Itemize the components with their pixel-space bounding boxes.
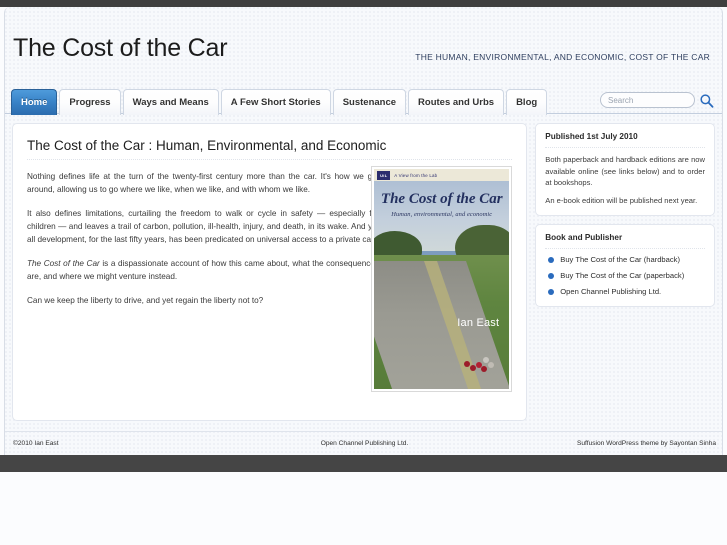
widget-published-text-1: Both paperback and hardback editions are…	[545, 155, 705, 187]
cover-series-label: A View from the Lab	[394, 172, 438, 178]
viewport: The Cost of the Car THE HUMAN, ENVIRONME…	[0, 0, 727, 545]
site-tagline: THE HUMAN, ENVIRONMENTAL, AND ECONOMIC, …	[415, 52, 710, 62]
cover-series-band: UiL A View from the Lab	[374, 169, 510, 181]
book-cover: UiL A View from the Lab The Cost of the …	[374, 169, 510, 389]
site-title[interactable]: The Cost of the Car	[13, 34, 228, 63]
bullet-icon	[548, 256, 555, 263]
browser-chrome-bottom	[0, 455, 727, 472]
search-area	[600, 92, 714, 108]
publisher-link-list: Buy The Cost of the Car (hardback) Buy T…	[545, 255, 705, 296]
widget-book-and-publisher-title: Book and Publisher	[545, 233, 705, 249]
footer-publisher: Open Channel Publishing Ltd.	[320, 440, 409, 447]
post-paragraph-2: It also defines limitations, curtailing …	[27, 209, 379, 244]
post-title: The Cost of the Car : Human, Environment…	[27, 138, 513, 160]
list-item: Buy The Cost of the Car (hardback)	[545, 255, 705, 264]
post-paragraph-4: Can we keep the liberty to drive, and ye…	[27, 296, 264, 305]
publisher-logo-icon: UiL	[377, 170, 391, 180]
site-footer: ©2010 Ian East Open Channel Publishing L…	[5, 431, 722, 455]
cover-flowers-icon	[463, 355, 495, 373]
cover-title: The Cost of the Car	[380, 191, 503, 207]
widget-published-text-2: An e-book edition will be published next…	[545, 195, 698, 205]
bullet-icon	[548, 288, 555, 295]
sidebar: Published 1st July 2010 Both paperback a…	[535, 123, 715, 307]
nav-item-a-few-short-stories[interactable]: A Few Short Stories	[220, 89, 331, 115]
cover-subtitle: Human, environmental, and economic	[391, 211, 493, 218]
search-input[interactable]	[600, 92, 695, 108]
post-paragraph-3: The Cost of the Car is a dispassionate a…	[27, 257, 379, 283]
widget-published-title: Published 1st July 2010	[545, 132, 705, 148]
bullet-icon	[548, 272, 555, 279]
footer-theme-credit[interactable]: Suffusion WordPress theme by Sayontan Si…	[577, 440, 716, 447]
footer-copyright: ©2010 Ian East	[13, 440, 59, 447]
site-page: The Cost of the Car THE HUMAN, ENVIRONME…	[4, 7, 723, 455]
nav-item-blog[interactable]: Blog	[506, 89, 548, 115]
link-buy-hardback[interactable]: Buy The Cost of the Car (hardback)	[560, 255, 680, 264]
body-area: The Cost of the Car : Human, Environment…	[5, 114, 722, 421]
nav-item-progress[interactable]: Progress	[59, 89, 121, 115]
widget-published: Published 1st July 2010 Both paperback a…	[535, 123, 715, 216]
list-item: Open Channel Publishing Ltd.	[545, 287, 705, 296]
link-buy-paperback[interactable]: Buy The Cost of the Car (paperback)	[560, 271, 684, 280]
nav-item-sustenance[interactable]: Sustenance	[332, 89, 407, 115]
post-book-title-emphasis: The Cost of the Car	[27, 259, 100, 268]
main-navigation: Home Progress Ways and Means A Few Short…	[5, 81, 722, 115]
search-icon[interactable]	[699, 93, 714, 108]
widget-book-and-publisher: Book and Publisher Buy The Cost of the C…	[535, 224, 715, 307]
site-header: The Cost of the Car THE HUMAN, ENVIRONME…	[5, 7, 722, 81]
book-cover-image[interactable]: UiL A View from the Lab The Cost of the …	[371, 166, 513, 392]
post-paragraph-1: Nothing defines life at the turn of the …	[27, 172, 379, 194]
below-page-fill	[0, 472, 727, 545]
nav-item-home[interactable]: Home	[11, 89, 58, 115]
nav-item-routes-and-urbs[interactable]: Routes and Urbs	[408, 89, 505, 115]
cover-author: Ian East	[457, 317, 500, 329]
list-item: Buy The Cost of the Car (paperback)	[545, 271, 705, 280]
nav-item-ways-and-means[interactable]: Ways and Means	[122, 89, 219, 115]
link-open-channel-publishing[interactable]: Open Channel Publishing Ltd.	[560, 287, 661, 296]
post-body: Nothing defines life at the turn of the …	[27, 170, 379, 307]
browser-chrome-top	[0, 0, 727, 7]
content-panel: The Cost of the Car : Human, Environment…	[12, 123, 528, 421]
